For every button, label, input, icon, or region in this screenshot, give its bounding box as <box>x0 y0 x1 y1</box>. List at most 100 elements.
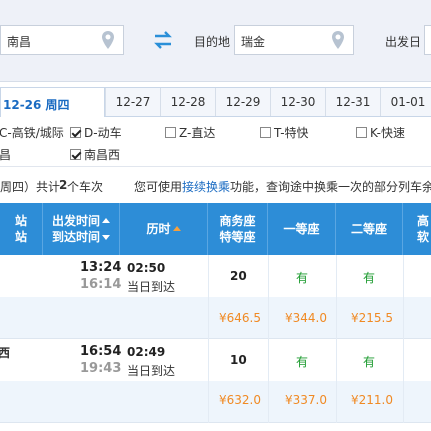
map-pin-icon[interactable] <box>101 30 115 50</box>
summary-hint-post: 功能，查询途中换乘一次的部分列车余 <box>230 180 431 194</box>
ticket-query-page: 南昌 目的地 瑞金 出发日 12-26 周四 12-27 12-28 12-29… <box>0 0 431 431</box>
checkbox-unchecked[interactable] <box>165 127 176 138</box>
date-tab[interactable]: 12-30 <box>270 88 325 116</box>
result-summary: 周四）共计 2 个车次 您可使用 接续换乘 功能，查询途中换乘一次的部分列车余 <box>0 172 431 198</box>
arrival-day: 当日到达 <box>127 280 176 294</box>
col-time-line2: 到达时间 <box>51 230 100 244</box>
date-tab-bar: 12-26 周四 12-27 12-28 12-29 12-30 12-31 0… <box>0 87 431 118</box>
date-tab[interactable]: 12-29 <box>215 88 270 116</box>
col-premium: 高 软 <box>403 203 431 255</box>
checkbox-unchecked[interactable] <box>356 127 367 138</box>
filter-label: D-动车 <box>84 126 122 140</box>
col-time[interactable]: 出发时间 到达时间 <box>43 203 120 255</box>
map-pin-icon[interactable] <box>331 30 345 50</box>
filter-station-nanchang[interactable]: 昌 <box>0 146 11 163</box>
filter-type-kuaisu[interactable]: K-快速 <box>356 124 405 141</box>
col-station-line1: 站 <box>14 214 27 228</box>
filter-station-nanchangxi[interactable]: 南昌西 <box>70 146 120 163</box>
date-tab[interactable]: 12-28 <box>160 88 215 116</box>
depart-date-label: 出发日 <box>385 35 422 49</box>
duration: 02:49 <box>127 345 166 359</box>
column-divider <box>208 339 209 381</box>
swap-arrows-icon[interactable] <box>152 29 174 51</box>
col-premium-line1: 高 <box>416 214 429 228</box>
sort-asc-icon[interactable] <box>172 226 181 231</box>
price-first: ¥337.0 <box>285 393 327 407</box>
price-second: ¥211.0 <box>351 393 393 407</box>
arrival-day: 当日到达 <box>127 364 176 378</box>
transfer-link[interactable]: 接续换乘 <box>182 178 230 195</box>
train-row[interactable]: 西 16:54 19:43 02:49 当日到达 10 有 有 <box>0 339 431 381</box>
filter-label: Z-直达 <box>179 126 216 140</box>
date-tab-active[interactable]: 12-26 周四 <box>0 87 105 118</box>
price-first: ¥344.0 <box>285 311 327 325</box>
sort-desc-icon[interactable] <box>102 235 110 240</box>
col-first-label: 一等座 <box>283 222 320 236</box>
date-tab[interactable]: 12-27 <box>105 88 160 116</box>
filter-label: C-高铁/城际 <box>0 126 64 140</box>
second-class-seats[interactable]: 有 <box>363 269 375 286</box>
first-class-seats[interactable]: 有 <box>296 353 308 370</box>
table-header: 站 站 出发时间 到达时间 历时 商务座 特等座 一等座 二等座 高 软 <box>0 203 431 255</box>
filter-type-tekuai[interactable]: T-特快 <box>260 124 309 141</box>
col-station-line2: 站 <box>14 230 27 244</box>
filter-label: K-快速 <box>370 126 405 140</box>
duration: 02:50 <box>127 261 166 275</box>
to-station-label: 目的地 <box>194 35 231 49</box>
column-divider <box>336 381 337 423</box>
column-divider <box>208 255 209 297</box>
second-class-seats[interactable]: 有 <box>363 353 375 370</box>
depart-date-field[interactable] <box>424 25 431 55</box>
filter-type-zhida[interactable]: Z-直达 <box>165 124 215 141</box>
column-divider <box>268 381 269 423</box>
checkbox-unchecked[interactable] <box>260 127 271 138</box>
price-business: ¥632.0 <box>219 393 261 407</box>
price-second: ¥215.5 <box>351 311 393 325</box>
column-divider <box>208 297 209 339</box>
business-seats[interactable]: 10 <box>230 353 247 367</box>
depart-time: 16:54 <box>80 344 122 359</box>
col-second-label: 二等座 <box>350 222 387 236</box>
price-row: ¥646.5 ¥344.0 ¥215.5 <box>0 297 431 339</box>
filter-type-gaotie[interactable]: C-高铁/城际 <box>0 124 64 141</box>
column-divider <box>336 297 337 339</box>
column-divider <box>336 255 337 297</box>
col-time-line1: 出发时间 <box>51 214 100 228</box>
depart-time: 13:24 <box>80 260 122 275</box>
sort-asc-icon[interactable] <box>102 218 110 223</box>
train-filters: C-高铁/城际 D-动车 Z-直达 T-特快 K-快速 昌 南昌西 <box>0 117 431 167</box>
filter-label: 南昌西 <box>84 148 121 162</box>
from-station-value: 南昌 <box>7 35 32 49</box>
from-station-field[interactable]: 南昌 <box>0 25 124 55</box>
filter-type-dongche[interactable]: D-动车 <box>70 124 122 141</box>
filter-label: T-特快 <box>274 126 309 140</box>
col-duration[interactable]: 历时 <box>120 203 208 255</box>
column-divider <box>403 381 404 423</box>
checkbox-checked[interactable] <box>70 149 81 160</box>
date-tab[interactable]: 01-01 <box>380 88 431 116</box>
column-divider <box>403 255 404 297</box>
date-tab-active-label: 12-26 周四 <box>3 98 70 112</box>
arrive-time: 16:14 <box>80 277 122 292</box>
checkbox-checked[interactable] <box>70 127 81 138</box>
arrive-time: 19:43 <box>80 361 122 376</box>
first-class-seats[interactable]: 有 <box>296 269 308 286</box>
column-divider <box>208 381 209 423</box>
to-station-value: 瑞金 <box>241 35 266 49</box>
business-seats[interactable]: 20 <box>230 269 247 283</box>
column-divider <box>336 339 337 381</box>
column-divider <box>268 297 269 339</box>
summary-prefix: 周四）共计 <box>0 180 61 194</box>
depart-station: 西 <box>0 346 11 360</box>
summary-suffix: 个车次 <box>67 180 104 194</box>
col-first-class: 一等座 <box>268 203 336 255</box>
price-business: ¥646.5 <box>219 311 261 325</box>
filter-label: 昌 <box>0 148 12 162</box>
column-divider <box>268 255 269 297</box>
col-duration-label: 历时 <box>146 222 171 236</box>
train-row[interactable]: 13:24 16:14 02:50 当日到达 20 有 有 <box>0 255 431 297</box>
col-station: 站 站 <box>0 203 43 255</box>
to-station-field[interactable]: 瑞金 <box>234 25 354 55</box>
column-divider <box>403 339 404 381</box>
date-tab[interactable]: 12-31 <box>325 88 380 116</box>
